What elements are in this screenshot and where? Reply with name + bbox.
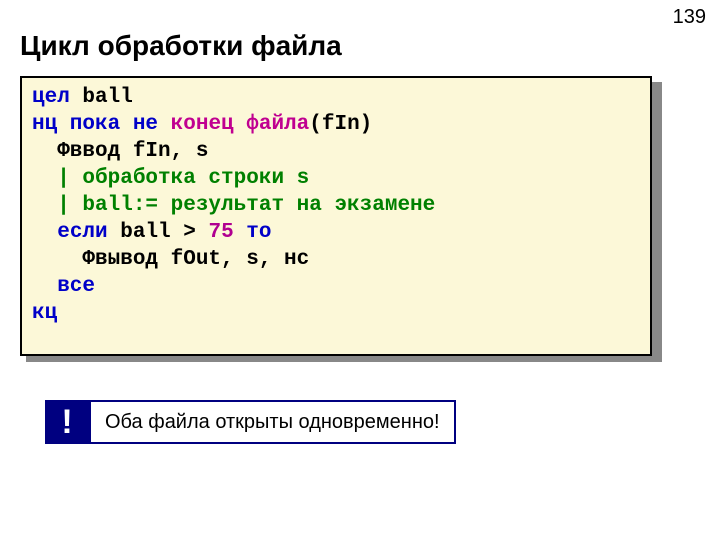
num-75: 75 — [208, 221, 233, 244]
kw-esli: если — [57, 221, 107, 244]
page-title: Цикл обработки файла — [20, 30, 342, 62]
note-text: Оба файла открыты одновременно! — [89, 400, 456, 444]
kw-nc-poka-ne: нц пока не — [32, 113, 158, 136]
exclamation-icon: ! — [45, 400, 89, 444]
code-line-1: цел ball — [32, 86, 133, 109]
code-line-3: Фввод fIn, s — [32, 140, 208, 163]
page-number: 139 — [673, 6, 706, 29]
code-line-7: Фвывод fOut, s, нс — [32, 248, 309, 271]
code-text: ball — [70, 86, 133, 109]
kw-kc: кц — [32, 302, 57, 325]
code-text: ball > — [108, 221, 209, 244]
fn-konec-fayla: конец файла — [158, 113, 309, 136]
code-line-2: нц пока не конец файла(fIn) — [32, 113, 372, 136]
code-comment-2: | ball:= результат на экзамене — [32, 194, 435, 217]
note-callout: ! Оба файла открыты одновременно! — [45, 400, 456, 444]
code-indent — [32, 221, 57, 244]
code-line-6: если ball > 75 то — [32, 221, 272, 244]
code-text: (fIn) — [309, 113, 372, 136]
kw-cel: цел — [32, 86, 70, 109]
kw-vse: все — [32, 275, 95, 298]
code-comment-1: | обработка строки s — [32, 167, 309, 190]
kw-to: то — [246, 221, 271, 244]
code-box: цел ball нц пока не конец файла(fIn) Фвв… — [20, 76, 652, 356]
code-space — [234, 221, 247, 244]
